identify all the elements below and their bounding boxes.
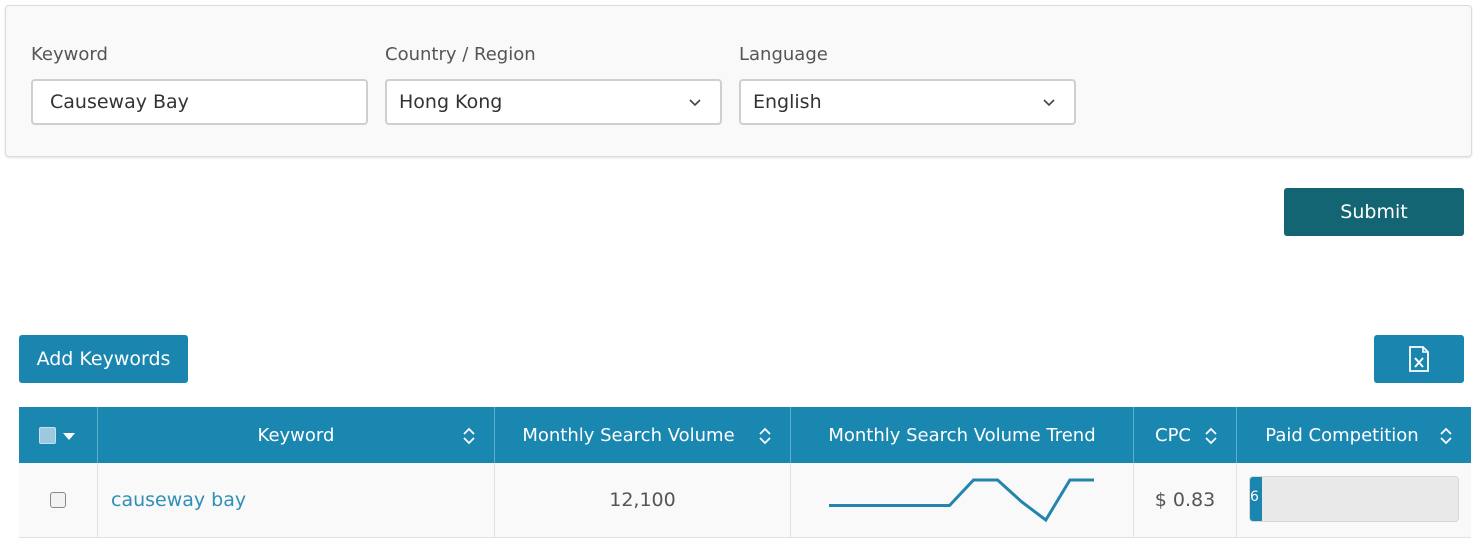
select-all-header[interactable] [19, 407, 98, 463]
sort-icon[interactable] [462, 426, 476, 446]
submit-button[interactable]: Submit [1284, 188, 1464, 236]
row-checkbox[interactable] [50, 492, 66, 508]
table-header: Keyword Monthly Search Volume Monthly Se… [19, 407, 1471, 463]
country-select[interactable]: Hong Kong [385, 79, 722, 125]
sort-icon[interactable] [1439, 426, 1453, 446]
cpc-value: $ 0.83 [1154, 489, 1216, 511]
trend-sparkline [829, 478, 1094, 523]
monthly-volume-cell: 12,100 [495, 463, 791, 537]
sort-icon[interactable] [1204, 426, 1218, 446]
header-paid-competition[interactable]: Paid Competition [1237, 407, 1471, 463]
header-cpc[interactable]: CPC [1134, 407, 1237, 463]
monthly-volume-value: 12,100 [609, 489, 676, 511]
paid-competition-bar: 6 [1249, 476, 1459, 522]
trend-cell [791, 463, 1134, 537]
language-value: English [753, 91, 822, 113]
header-monthly-volume[interactable]: Monthly Search Volume [495, 407, 791, 463]
cpc-cell: $ 0.83 [1134, 463, 1237, 537]
header-paid-competition-label: Paid Competition [1265, 424, 1419, 446]
caret-down-icon[interactable] [63, 433, 75, 440]
keyword-input[interactable]: Causeway Bay [31, 79, 368, 125]
country-label: Country / Region [385, 44, 536, 65]
keyword-link[interactable]: causeway bay [111, 489, 246, 511]
chevron-down-icon [1043, 99, 1055, 107]
header-keyword-label: Keyword [257, 424, 335, 446]
trend-line [829, 478, 1094, 523]
export-excel-button[interactable] [1374, 335, 1464, 383]
header-cpc-label: CPC [1155, 424, 1191, 446]
header-trend-label: Monthly Search Volume Trend [828, 424, 1096, 446]
header-trend: Monthly Search Volume Trend [791, 407, 1134, 463]
add-keywords-button[interactable]: Add Keywords [19, 335, 188, 383]
language-select[interactable]: English [739, 79, 1076, 125]
header-monthly-volume-label: Monthly Search Volume [522, 424, 735, 446]
row-select-cell [19, 463, 98, 537]
paid-competition-text: 6 [1250, 489, 1259, 505]
language-label: Language [739, 44, 828, 65]
paid-competition-cell: 6 [1237, 463, 1471, 537]
search-form: Keyword Causeway Bay Country / Region Ho… [5, 5, 1472, 157]
chevron-down-icon [689, 99, 701, 107]
country-value: Hong Kong [399, 91, 503, 113]
excel-file-icon [1409, 346, 1429, 372]
keyword-label: Keyword [31, 44, 108, 65]
sort-icon[interactable] [758, 426, 772, 446]
select-all-checkbox[interactable] [39, 427, 56, 444]
keyword-cell: causeway bay [98, 463, 495, 537]
header-keyword[interactable]: Keyword [98, 407, 495, 463]
table-row: causeway bay 12,100 $ 0.83 6 [19, 463, 1471, 538]
